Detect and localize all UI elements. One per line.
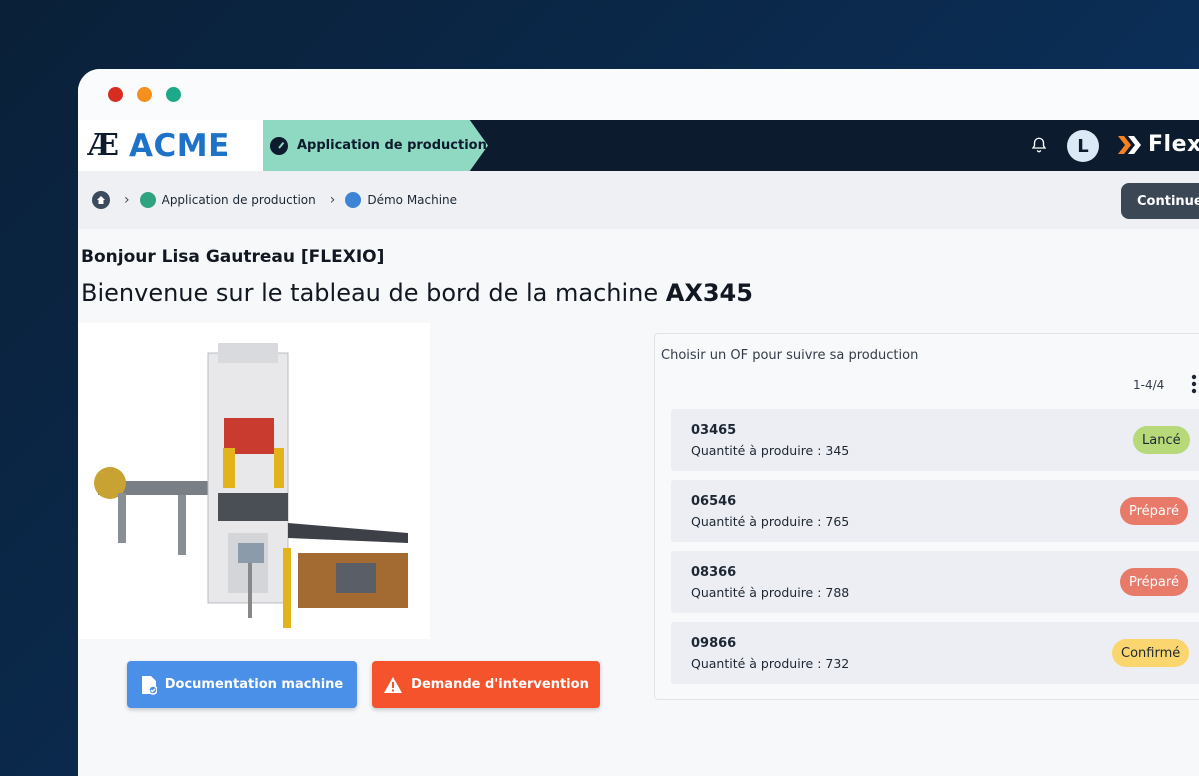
breadcrumb-item-machine[interactable]: Démo Machine xyxy=(345,192,457,208)
document-icon xyxy=(141,675,157,695)
breadcrumb-item-app[interactable]: Application de production xyxy=(139,192,316,208)
breadcrumb-label: Démo Machine xyxy=(367,193,458,207)
intervention-button[interactable]: Demande d'intervention xyxy=(372,661,600,708)
of-quantity: Quantité à produire : 765 xyxy=(691,514,850,529)
of-quantity: Quantité à produire : 732 xyxy=(691,656,850,671)
chevron-right-icon: › xyxy=(329,192,336,208)
status-badge: Préparé xyxy=(1120,568,1188,596)
of-code: 03465 xyxy=(691,423,737,438)
breadcrumb: › Application de production › Démo Machi… xyxy=(78,171,1199,229)
of-quantity: Quantité à produire : 788 xyxy=(691,585,850,600)
of-list-item[interactable]: 08366 Quantité à produire : 788 Préparé xyxy=(671,551,1199,613)
of-list-item[interactable]: 03465 Quantité à produire : 345 Lancé xyxy=(671,409,1199,471)
more-vertical-icon[interactable] xyxy=(1191,374,1197,394)
close-window-dot[interactable] xyxy=(108,87,123,102)
of-code: 09866 xyxy=(691,636,737,651)
layers-icon xyxy=(345,192,362,208)
window-titlebar xyxy=(78,69,1199,120)
of-panel-title: Choisir un OF pour suivre sa production xyxy=(661,348,919,363)
app-title[interactable]: Application de production xyxy=(270,120,487,171)
gauge-icon xyxy=(270,136,288,155)
flexio-logo: Flex xyxy=(1118,132,1199,157)
of-panel: Choisir un OF pour suivre sa production … xyxy=(654,333,1199,700)
machine-code: AX345 xyxy=(665,279,753,307)
flexio-brand: Flex xyxy=(1148,132,1199,157)
bell-icon[interactable] xyxy=(1030,136,1048,154)
documentation-button-label: Documentation machine xyxy=(164,677,344,692)
gauge-icon xyxy=(139,192,156,208)
status-badge: Préparé xyxy=(1120,497,1188,525)
chevron-right-icon: › xyxy=(124,192,130,208)
breadcrumb-label: Application de production xyxy=(161,193,316,207)
warning-icon xyxy=(384,676,403,693)
of-list-item[interactable]: 09866 Quantité à produire : 732 Confirmé xyxy=(671,622,1199,684)
of-quantity: Quantité à produire : 345 xyxy=(691,443,850,458)
continue-button[interactable]: Continuer xyxy=(1121,183,1199,219)
of-code: 06546 xyxy=(691,494,737,509)
maximize-window-dot[interactable] xyxy=(166,87,181,102)
headline-prefix: Bienvenue sur le tableau de bord de la m… xyxy=(81,279,666,307)
of-list-item[interactable]: 06546 Quantité à produire : 765 Préparé xyxy=(671,480,1199,542)
minimize-window-dot[interactable] xyxy=(137,87,152,102)
flexio-mark-icon xyxy=(1118,135,1141,154)
greeting-text: Bonjour Lisa Gautreau [FLEXIO] xyxy=(81,247,385,267)
top-navbar: Æ ACME Application de production L Flex xyxy=(78,120,1199,171)
logo-mark: Æ xyxy=(88,128,119,163)
page-title: Bienvenue sur le tableau de bord de la m… xyxy=(81,279,753,307)
machine-image xyxy=(78,323,430,639)
status-badge: Confirmé xyxy=(1112,639,1190,667)
pagination-count: 1-4/4 xyxy=(1133,378,1165,392)
app-title-label: Application de production xyxy=(297,138,487,153)
of-code: 08366 xyxy=(691,565,737,580)
status-badge: Lancé xyxy=(1133,426,1190,454)
documentation-button[interactable]: Documentation machine xyxy=(127,661,357,708)
logo-name: ACME xyxy=(129,127,230,164)
home-icon[interactable] xyxy=(92,191,110,209)
intervention-button-label: Demande d'intervention xyxy=(411,677,589,692)
user-avatar[interactable]: L xyxy=(1067,130,1099,162)
app-window: Æ ACME Application de production L Flex … xyxy=(78,69,1199,776)
